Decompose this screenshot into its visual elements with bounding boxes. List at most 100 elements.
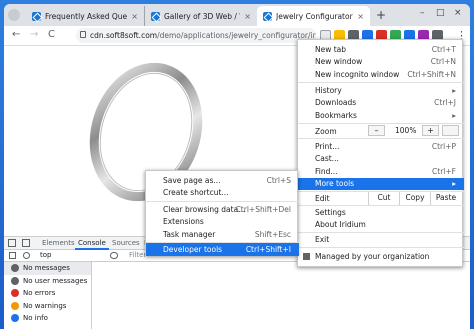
cut-button[interactable]: Cut bbox=[368, 192, 399, 205]
list-item-label: No messages bbox=[23, 264, 70, 273]
url-host: cdn.soft8soft.com bbox=[90, 31, 158, 40]
zoom-out-button[interactable]: – bbox=[368, 125, 385, 136]
menu-item-label: New incognito window bbox=[315, 69, 400, 79]
menu-item-label: Find... bbox=[315, 166, 338, 176]
menu-shortcut: Ctrl+Shift+N bbox=[407, 69, 456, 79]
menu-item-zoom: Zoom – 100% + bbox=[298, 124, 464, 138]
menu-item-bookmarks[interactable]: Bookmarks ▸ bbox=[298, 109, 464, 122]
submenu-arrow-icon: ▸ bbox=[452, 179, 456, 189]
menu-item-label: Bookmarks bbox=[315, 110, 357, 120]
menu-item-label: Create shortcut... bbox=[163, 188, 229, 198]
console-filter-input[interactable]: Filter bbox=[129, 251, 146, 259]
menu-item-create-shortcut[interactable]: Create shortcut... bbox=[146, 187, 299, 200]
list-item-label: No user messages bbox=[23, 276, 88, 285]
list-icon bbox=[11, 264, 19, 273]
paste-button[interactable]: Paste bbox=[430, 192, 461, 205]
menu-item-developer-tools[interactable]: Developer tools Ctrl+Shift+I bbox=[146, 243, 299, 256]
menu-item-settings[interactable]: Settings bbox=[298, 206, 464, 219]
menu-item-extensions[interactable]: Extensions bbox=[146, 216, 299, 229]
maximize-button[interactable]: □ bbox=[436, 8, 445, 18]
menu-item-label: New window bbox=[315, 57, 363, 67]
list-item[interactable]: No errors bbox=[4, 287, 91, 300]
list-item[interactable]: No info bbox=[4, 312, 91, 325]
menu-item-new-tab[interactable]: New tab Ctrl+T bbox=[298, 43, 464, 56]
menu-shortcut: Ctrl+J bbox=[434, 98, 456, 108]
menu-item-new-window[interactable]: New window Ctrl+N bbox=[298, 56, 464, 69]
menu-item-print[interactable]: Print... Ctrl+P bbox=[298, 140, 464, 153]
list-item-label: No warnings bbox=[23, 301, 67, 310]
menu-separator bbox=[298, 247, 464, 248]
menu-item-more-tools[interactable]: More tools ▸ bbox=[298, 177, 464, 190]
menu-shortcut: Ctrl+S bbox=[266, 175, 291, 185]
menu-item-managed[interactable]: Managed by your organization bbox=[298, 250, 464, 263]
menu-shortcut: Ctrl+Shift+Del bbox=[235, 204, 291, 214]
zoom-level: 100% bbox=[395, 126, 417, 135]
menu-shortcut: Ctrl+T bbox=[431, 44, 456, 54]
warning-icon bbox=[11, 301, 19, 310]
menu-item-cast[interactable]: Cast... bbox=[298, 153, 464, 166]
list-item-label: No info bbox=[23, 314, 48, 323]
lock-icon bbox=[80, 31, 86, 38]
new-tab-button[interactable]: + bbox=[376, 8, 386, 22]
building-icon bbox=[303, 253, 310, 260]
tab-search-button[interactable] bbox=[8, 9, 20, 21]
url-path: /demo/applications/jewelry_configurator/… bbox=[157, 31, 316, 40]
menu-item-downloads[interactable]: Downloads Ctrl+J bbox=[298, 97, 464, 110]
tab-gallery[interactable]: Gallery of 3D Web / WebG × bbox=[144, 6, 257, 26]
menu-item-label: Cast... bbox=[315, 154, 339, 164]
tab-elements[interactable]: Elements bbox=[42, 239, 75, 247]
list-item[interactable]: No warnings bbox=[4, 300, 91, 313]
minimize-button[interactable]: – bbox=[420, 8, 425, 18]
tab-title: Frequently Asked Questio bbox=[45, 11, 128, 21]
site-favicon-icon bbox=[32, 11, 41, 21]
menu-shortcut: Ctrl+F bbox=[432, 166, 456, 176]
menu-item-about[interactable]: About Iridium bbox=[298, 219, 464, 232]
tab-jewelry-configurator[interactable]: Jewelry Configurator × bbox=[257, 6, 370, 26]
close-tab-icon[interactable]: × bbox=[131, 12, 138, 21]
menu-shortcut: Ctrl+Shift+I bbox=[245, 244, 291, 254]
zoom-in-button[interactable]: + bbox=[422, 125, 439, 136]
menu-item-label: More tools bbox=[315, 179, 355, 189]
inspect-element-icon[interactable] bbox=[8, 239, 16, 247]
menu-item-find[interactable]: Find... Ctrl+F bbox=[298, 165, 464, 178]
clear-console-icon[interactable] bbox=[23, 252, 30, 259]
menu-item-clear-browsing-data[interactable]: Clear browsing data... Ctrl+Shift+Del bbox=[146, 203, 299, 216]
menu-item-history[interactable]: History ▸ bbox=[298, 84, 464, 97]
tab-console[interactable]: Console bbox=[75, 239, 109, 250]
menu-item-task-manager[interactable]: Task manager Shift+Esc bbox=[146, 228, 299, 241]
device-toolbar-icon[interactable] bbox=[22, 239, 30, 247]
menu-item-label: Zoom bbox=[315, 126, 337, 136]
forward-button[interactable]: → bbox=[30, 29, 38, 40]
menu-item-edit: Edit Cut Copy Paste bbox=[298, 192, 464, 205]
chrome-main-menu: New tab Ctrl+T New window Ctrl+N New incog… bbox=[297, 39, 464, 267]
list-item[interactable]: No messages bbox=[4, 262, 91, 275]
submenu-arrow-icon: ▸ bbox=[452, 85, 456, 95]
menu-item-label: Settings bbox=[315, 207, 346, 217]
copy-button[interactable]: Copy bbox=[399, 192, 430, 205]
address-bar[interactable]: cdn.soft8soft.com/demo/applications/jewe… bbox=[76, 28, 316, 43]
eye-icon[interactable] bbox=[110, 252, 118, 259]
fullscreen-icon[interactable] bbox=[442, 125, 459, 136]
menu-item-label: Developer tools bbox=[163, 244, 223, 254]
tab-strip: Frequently Asked Questio × Gallery of 3D… bbox=[4, 4, 470, 26]
menu-item-save-page[interactable]: Save page as... Ctrl+S bbox=[146, 174, 299, 187]
menu-item-new-incognito[interactable]: New incognito window Ctrl+Shift+N bbox=[298, 68, 464, 81]
menu-item-label: About Iridium bbox=[315, 220, 366, 230]
tab-title: Gallery of 3D Web / WebG bbox=[164, 11, 240, 21]
tab-faq[interactable]: Frequently Asked Questio × bbox=[26, 6, 144, 26]
reload-button[interactable]: C bbox=[48, 29, 55, 40]
context-selector[interactable]: top bbox=[40, 251, 51, 259]
close-window-button[interactable]: × bbox=[454, 8, 462, 18]
menu-item-label: Task manager bbox=[163, 229, 216, 239]
menu-separator bbox=[298, 82, 464, 83]
menu-item-exit[interactable]: Exit bbox=[298, 233, 464, 246]
site-favicon-icon bbox=[263, 11, 272, 21]
menu-shortcut: Ctrl+N bbox=[430, 57, 456, 67]
back-button[interactable]: ← bbox=[12, 29, 20, 40]
close-tab-icon[interactable]: × bbox=[357, 12, 364, 21]
list-item[interactable]: No user messages bbox=[4, 275, 91, 288]
tab-sources[interactable]: Sources bbox=[112, 239, 140, 247]
sidebar-toggle-icon[interactable] bbox=[9, 252, 16, 259]
close-tab-icon[interactable]: × bbox=[244, 12, 251, 21]
menu-item-label: History bbox=[315, 85, 342, 95]
